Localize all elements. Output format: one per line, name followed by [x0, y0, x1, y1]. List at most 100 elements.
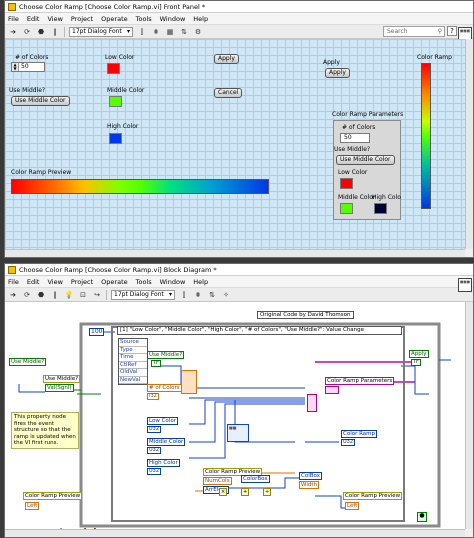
ramp-preview-outer-node[interactable]: Color Ramp Preview: [23, 492, 83, 500]
color-ramp-label: Color Ramp: [417, 54, 452, 61]
property-node-comment: This property node fires the event struc…: [11, 412, 79, 449]
step-icon[interactable]: ↪: [92, 290, 102, 300]
bd-reorder-icon[interactable]: ⇅: [207, 290, 217, 300]
bd-menu-edit[interactable]: Edit: [27, 278, 40, 286]
menu-operate[interactable]: Operate: [101, 15, 127, 23]
font-select[interactable]: 17pt Dialog Font ▾: [69, 26, 133, 37]
event-data-ctlref: CtlRef: [119, 362, 147, 369]
bd-menu-file[interactable]: File: [8, 278, 19, 286]
ramp-preview-right-node[interactable]: Color Ramp Preview: [343, 492, 403, 500]
low-color-u32-terminal: U32: [147, 426, 162, 433]
bd-align-icon[interactable]: ⫿: [179, 290, 189, 300]
reorder-icon[interactable]: ⇅: [179, 27, 189, 37]
apply-terminal[interactable]: Apply: [409, 350, 429, 358]
timeout-constant[interactable]: 100: [89, 328, 105, 336]
color-ramp-params-indicator[interactable]: Color Ramp Parameters: [325, 377, 395, 385]
bd-pause-icon[interactable]: ‖: [50, 290, 60, 300]
middle-color-terminal[interactable]: Middle Color: [147, 438, 186, 446]
spin-arrows-icon[interactable]: ▲ ▼: [12, 63, 19, 71]
params-use-middle-label: Use Middle?: [334, 146, 371, 153]
font-select-value: 17pt Dialog Font: [72, 27, 122, 35]
bd-menu-project[interactable]: Project: [71, 278, 93, 286]
search-icon: ⚲: [437, 28, 442, 35]
front-panel-horizontal-scrollbar[interactable]: [5, 249, 465, 257]
low-color-terminal[interactable]: Low Color: [147, 417, 178, 425]
width-property: Width: [299, 481, 319, 489]
menu-window[interactable]: Window: [160, 15, 186, 23]
retain-wire-icon[interactable]: ⊡: [78, 290, 88, 300]
bd-distribute-icon[interactable]: ⩩: [193, 290, 203, 300]
low-color-swatch[interactable]: [107, 63, 120, 74]
high-color-swatch[interactable]: [109, 133, 122, 144]
cancel-button[interactable]: Cancel: [214, 88, 243, 98]
abort-icon[interactable]: ⬣: [36, 27, 46, 37]
low-color-label: Low Color: [105, 54, 135, 61]
use-middle-inner-terminal[interactable]: Use Middle?: [147, 351, 185, 359]
params-high-color-label: High Colo: [372, 194, 401, 201]
run-arrow-icon[interactable]: ➔: [8, 27, 18, 37]
left-property-right: Left: [345, 502, 360, 510]
bd-run-continuous-icon[interactable]: ⟳: [22, 290, 32, 300]
distribute-icon[interactable]: ⩩: [151, 27, 161, 37]
align-icon[interactable]: ⫿: [137, 27, 147, 37]
menu-file[interactable]: File: [8, 15, 19, 23]
apply-button-right[interactable]: Apply: [325, 68, 350, 78]
bd-menu-tools[interactable]: Tools: [136, 278, 152, 286]
block-diagram-horizontal-scrollbar[interactable]: [5, 529, 465, 537]
params-cluster-terminal: [325, 386, 339, 394]
left-property-outer: Left: [25, 502, 40, 510]
gear-icon[interactable]: ⚙: [193, 27, 203, 37]
menu-edit[interactable]: Edit: [27, 15, 40, 23]
front-panel-vertical-scrollbar[interactable]: [465, 39, 473, 249]
block-diagram-title: Choose Color Ramp [Choose Color Ramp.vi]…: [19, 265, 217, 274]
menu-view[interactable]: View: [47, 15, 62, 23]
val-sgnl-property[interactable]: Val(Sgnl): [45, 384, 74, 392]
bd-vi-icon: ▦▦▦: [458, 278, 472, 292]
bd-menu-operate[interactable]: Operate: [101, 278, 127, 286]
menu-project[interactable]: Project: [71, 15, 93, 23]
use-middle-button[interactable]: Use Middle Color: [11, 96, 70, 106]
event-case-selector[interactable]: [1] "Low Color", "Middle Color", "High C…: [117, 326, 402, 335]
middle-color-swatch[interactable]: [109, 96, 122, 107]
run-continuous-icon[interactable]: ⟳: [22, 27, 32, 37]
block-diagram-toolbar: ➔ ⟳ ⬣ ‖ 💡 ⊡ ↪ 17pt Dialog Font ▾ ⫿ ⩩ ⇅ ✧: [5, 288, 473, 302]
event-data-type: Type: [119, 347, 147, 354]
cleanup-icon[interactable]: ✧: [221, 290, 231, 300]
params-num-colors-label: # of Colors: [342, 124, 376, 131]
menu-help[interactable]: Help: [193, 15, 208, 23]
stop-terminal[interactable]: ●: [417, 512, 427, 522]
block-diagram-titlebar: Choose Color Ramp [Choose Color Ramp.vi]…: [5, 264, 473, 276]
num-colors-control[interactable]: ▲ ▼ 50: [11, 62, 45, 72]
highlight-execution-icon[interactable]: 💡: [64, 290, 74, 300]
color-ramp-indicator-terminal[interactable]: Color Ramp: [341, 430, 378, 438]
apply-button-left[interactable]: Apply: [214, 54, 239, 64]
search-input[interactable]: Search ⚲: [383, 26, 445, 37]
bd-run-arrow-icon[interactable]: ➔: [8, 290, 18, 300]
chevron-down-icon: ▾: [168, 290, 172, 298]
block-diagram-vertical-scrollbar[interactable]: [465, 302, 473, 529]
divide-node: ÷: [263, 488, 271, 496]
ramp-subvi-icon: ▦▦: [227, 424, 249, 442]
menu-tools[interactable]: Tools: [136, 15, 152, 23]
color-ramp-u32-terminal: U32: [341, 439, 356, 446]
params-middle-color-swatch: [340, 203, 353, 214]
pause-icon[interactable]: ‖: [50, 27, 60, 37]
use-middle-outer-terminal[interactable]: Use Middle?: [9, 358, 47, 366]
numcols-property: NumCols: [203, 477, 232, 485]
front-panel-window: Choose Color Ramp [Choose Color Ramp.vi]…: [4, 0, 474, 258]
bd-menu-help[interactable]: Help: [193, 278, 208, 286]
high-color-terminal[interactable]: High Color: [147, 459, 180, 467]
num-colors-terminal[interactable]: # of Colors: [147, 384, 182, 392]
ramp-preview-label: Color Ramp Preview: [11, 169, 72, 176]
bd-menu-view[interactable]: View: [47, 278, 62, 286]
bd-font-select[interactable]: 17pt Dialog Font ▾: [111, 289, 175, 300]
params-use-middle-button: Use Middle Color: [336, 155, 395, 165]
resize-icon[interactable]: ▦: [165, 27, 175, 37]
help-icon[interactable]: ?: [447, 26, 457, 36]
bd-menu-window[interactable]: Window: [160, 278, 186, 286]
chevron-down-icon: ▾: [126, 27, 130, 35]
bd-abort-icon[interactable]: ⬣: [36, 290, 46, 300]
middle-color-u32-terminal: U32: [147, 447, 162, 454]
use-middle-property-node[interactable]: Use Middle?: [43, 375, 81, 383]
color-ramp-indicator: [421, 63, 431, 209]
